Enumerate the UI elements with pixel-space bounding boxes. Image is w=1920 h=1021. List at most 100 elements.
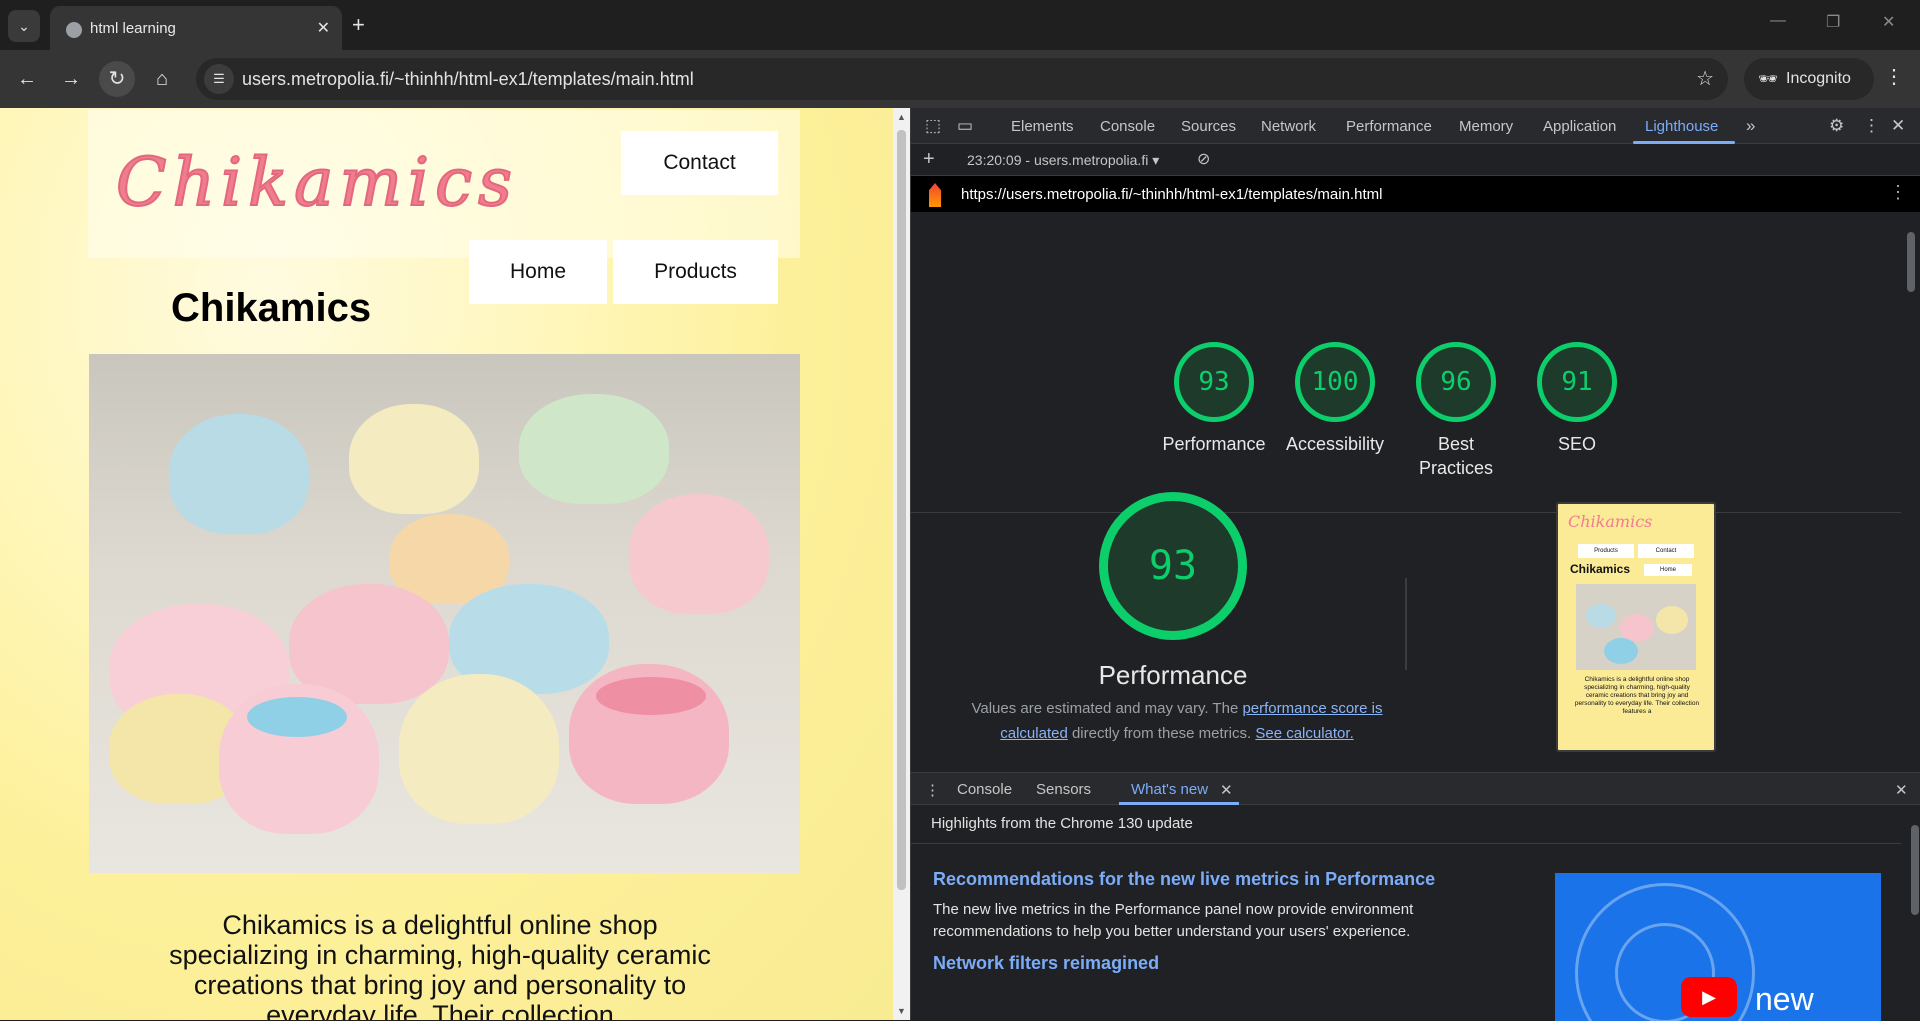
bookmark-star-icon[interactable]: ☆ (1696, 66, 1714, 91)
drawer-tab-whats-new[interactable]: What's new (1131, 781, 1208, 798)
globe-icon (66, 22, 82, 38)
final-screenshot-thumbnail[interactable]: Chikamics Products Contact Chikamics Hom… (1556, 502, 1716, 752)
whats-new-item-text: The new live metrics in the Performance … (933, 901, 1414, 940)
devtools-menu-icon[interactable]: ⋮ (1863, 116, 1880, 136)
tab-search-chevron-icon[interactable]: ⌄ (8, 10, 40, 42)
performance-main-gauge: 93 (1099, 492, 1247, 640)
thumb-cup (1604, 638, 1638, 664)
cup-inner-pink (596, 677, 706, 715)
gauge-label: Accessibility (1285, 434, 1385, 454)
reload-icon[interactable]: ↻ (99, 61, 135, 97)
tab-title: html learning (90, 20, 176, 37)
gauge-ring: 91 (1537, 342, 1617, 422)
scrollbar-thumb[interactable] (1907, 232, 1915, 292)
drawer-tab-sensors[interactable]: Sensors (1036, 781, 1091, 798)
scroll-down-icon[interactable]: ▼ (897, 1006, 906, 1016)
gauge-ring: 100 (1295, 342, 1375, 422)
thumb-nav-contact: Contact (1638, 544, 1694, 558)
thumb-title: Chikamics (1570, 562, 1631, 576)
score-best-practices[interactable]: 96 Best Practices (1396, 342, 1516, 480)
whats-new-highlights: Highlights from the Chrome 130 update (931, 815, 1193, 832)
report-scrollbar[interactable] (1901, 212, 1920, 772)
gauge-label: Best Practices (1418, 434, 1494, 478)
window-close-icon[interactable]: ✕ (1882, 12, 1895, 32)
report-menu-icon[interactable]: ⋮ (1889, 182, 1907, 203)
report-selector-label: 23:20:09 - users.metropolia.fi (967, 152, 1149, 168)
page-scrollbar[interactable]: ▲ ▼ (893, 108, 910, 1020)
scrollbar-thumb[interactable] (897, 130, 906, 890)
whats-new-item-title-2[interactable]: Network filters reimagined (933, 953, 1159, 974)
new-report-icon[interactable]: + (923, 148, 935, 171)
drawer-tab-console[interactable]: Console (957, 781, 1012, 798)
scrollbar-thumb[interactable] (1911, 825, 1919, 915)
tab-elements[interactable]: Elements (1011, 118, 1074, 135)
page-title: Chikamics (171, 286, 372, 330)
note-middle: directly from these metrics. (1067, 725, 1256, 742)
drawer-active-indicator (1119, 802, 1239, 805)
cup-inner-blue (247, 697, 347, 737)
inspect-element-icon[interactable]: ⬚ (925, 116, 941, 136)
cup-blue (169, 414, 309, 534)
score-seo[interactable]: 91 SEO (1517, 342, 1637, 456)
tab-sources[interactable]: Sources (1181, 118, 1236, 135)
tab-application[interactable]: Application (1543, 118, 1616, 135)
address-bar[interactable]: ☰ users.metropolia.fi/~thinhh/html-ex1/t… (196, 58, 1728, 100)
tab-console[interactable]: Console (1100, 118, 1155, 135)
performance-heading: Performance (1098, 660, 1248, 690)
restore-icon[interactable]: ❐ (1826, 12, 1840, 32)
minimize-icon[interactable]: — (1770, 12, 1786, 30)
site-description: Chikamics is a delightful online shop sp… (169, 910, 711, 1020)
divider (911, 512, 1901, 513)
home-link[interactable]: Home (469, 240, 607, 304)
forward-arrow-icon[interactable]: → (56, 64, 86, 94)
tab-performance[interactable]: Performance (1346, 118, 1432, 135)
lighthouse-toolbar: + 23:20:09 - users.metropolia.fi ▾ ⊘ (911, 144, 1920, 176)
gauge-ring: 93 (1174, 342, 1254, 422)
close-whats-new-icon[interactable]: ✕ (1220, 781, 1233, 799)
back-arrow-icon[interactable]: ← (12, 64, 42, 94)
incognito-icon: 🕶 (1758, 71, 1779, 88)
cup-green (519, 394, 669, 504)
whats-new-item-title[interactable]: Recommendations for the new live metrics… (933, 869, 1435, 890)
vertical-divider (1405, 578, 1407, 670)
tab-lighthouse[interactable]: Lighthouse (1645, 118, 1718, 135)
report-selector[interactable]: 23:20:09 - users.metropolia.fi ▾ (967, 152, 1159, 169)
devtools-panel: ⬚ ▭ Elements Console Sources Network Per… (910, 108, 1920, 1021)
lighthouse-report: 93 Performance 100 Accessibility 96 Best… (911, 212, 1901, 772)
new-tab-icon[interactable]: + (352, 12, 365, 38)
url-text[interactable]: users.metropolia.fi/~thinhh/html-ex1/tem… (242, 69, 694, 90)
site-logo[interactable]: Chikamics (115, 143, 518, 222)
products-link[interactable]: Products (613, 240, 778, 304)
report-url[interactable]: https://users.metropolia.fi/~thinhh/html… (961, 186, 1382, 203)
gauge-label: Performance (1162, 434, 1266, 454)
see-calculator-link[interactable]: See calculator. (1255, 725, 1353, 742)
more-tabs-icon[interactable]: » (1746, 116, 1755, 136)
close-drawer-icon[interactable]: ✕ (1895, 781, 1908, 799)
tab-network[interactable]: Network (1261, 118, 1316, 135)
cup-cream (349, 404, 479, 514)
cup-cream-2 (399, 674, 559, 824)
score-accessibility[interactable]: 100 Accessibility (1275, 342, 1395, 456)
devtools-tab-bar: ⬚ ▭ Elements Console Sources Network Per… (911, 108, 1920, 144)
chrome-menu-icon[interactable]: ⋮ (1884, 64, 1904, 89)
site-info-icon[interactable]: ☰ (204, 64, 234, 94)
close-devtools-icon[interactable]: ✕ (1891, 116, 1905, 136)
incognito-button[interactable]: 🕶 Incognito (1744, 58, 1874, 100)
tab-memory[interactable]: Memory (1459, 118, 1513, 135)
browser-tab[interactable]: html learning ✕ (50, 6, 342, 50)
video-new-label: new (1755, 981, 1814, 1017)
device-toolbar-icon[interactable]: ▭ (957, 116, 973, 136)
drawer-menu-icon[interactable]: ⋮ (925, 781, 940, 799)
contact-link[interactable]: Contact (621, 131, 778, 195)
home-icon[interactable]: ⌂ (147, 64, 177, 94)
whats-new-video-thumbnail[interactable]: ▶ new (1555, 873, 1881, 1021)
scroll-up-icon[interactable]: ▲ (897, 112, 906, 122)
youtube-play-icon[interactable]: ▶ (1681, 977, 1737, 1017)
score-performance[interactable]: 93 Performance (1154, 342, 1274, 456)
clear-reports-icon[interactable]: ⊘ (1197, 149, 1210, 169)
close-tab-icon[interactable]: ✕ (317, 18, 330, 38)
incognito-label: Incognito (1786, 70, 1851, 87)
settings-gear-icon[interactable]: ⚙ (1829, 116, 1844, 136)
note-prefix: Values are estimated and may vary. The (971, 700, 1243, 717)
lighthouse-logo-icon (929, 183, 941, 207)
